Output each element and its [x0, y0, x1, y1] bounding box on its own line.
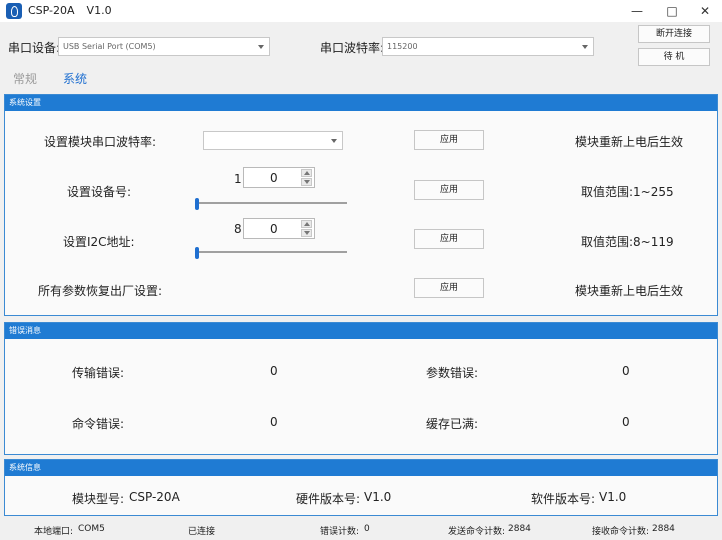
apply-baud-button[interactable]: 应用	[414, 130, 484, 150]
i2c-address-label: 设置I2C地址:	[63, 235, 135, 249]
port-label: 串口设备:	[8, 41, 61, 55]
transfer-error-label: 传输错误:	[72, 366, 125, 380]
stepper-up-icon[interactable]	[301, 220, 312, 228]
i2c-address-slider[interactable]	[195, 247, 347, 259]
device-id-stepper-value: 0	[270, 171, 278, 185]
stepper-down-icon[interactable]	[301, 178, 312, 186]
transfer-error-value: 0	[270, 364, 278, 378]
baud-select[interactable]: 115200	[382, 37, 594, 56]
system-info-panel: 系统信息	[4, 459, 718, 516]
status-bar: 本地端口: COM5 已连接 错误计数: 0 发送命令计数: 2884 接收命令…	[0, 520, 722, 540]
standby-button[interactable]: 待 机	[638, 48, 710, 66]
apply-i2c-button[interactable]: 应用	[414, 229, 484, 249]
stepper-up-icon[interactable]	[301, 169, 312, 177]
close-icon[interactable]: ✕	[688, 0, 722, 22]
app-version: V1.0	[86, 4, 112, 17]
device-id-stepper[interactable]: 0	[243, 167, 315, 188]
command-error-value: 0	[270, 415, 278, 429]
device-id-slider[interactable]	[195, 198, 347, 210]
buffer-full-value: 0	[622, 415, 630, 429]
factory-reset-note: 模块重新上电后生效	[575, 284, 684, 298]
hardware-version-value: V1.0	[364, 490, 392, 504]
sent-count-value: 2884	[508, 524, 531, 534]
stepper-down-icon[interactable]	[301, 229, 312, 237]
baud-setting-note: 模块重新上电后生效	[575, 135, 684, 149]
slider-thumb[interactable]	[195, 198, 199, 210]
software-version-label: 软件版本号:	[531, 492, 596, 506]
disconnect-button[interactable]: 断开连接	[638, 25, 710, 43]
title-bar: CSP-20A V1.0 — □ ✕	[0, 0, 722, 22]
error-info-panel: 错误消息	[4, 322, 718, 455]
tab-system[interactable]: 系统	[63, 70, 87, 87]
software-version-value: V1.0	[599, 490, 627, 504]
error-info-header: 错误消息	[5, 323, 717, 339]
system-info-header: 系统信息	[5, 460, 717, 476]
factory-reset-label: 所有参数恢复出厂设置:	[38, 284, 163, 298]
i2c-slider-value: 8	[234, 222, 242, 236]
minimize-icon[interactable]: —	[620, 0, 654, 22]
apply-factory-reset-button[interactable]: 应用	[414, 278, 484, 298]
received-count-value: 2884	[652, 524, 675, 534]
port-select-value: USB Serial Port (COM5)	[63, 42, 156, 51]
chevron-down-icon	[582, 45, 588, 49]
model-value: CSP-20A	[129, 490, 180, 504]
window-title: CSP-20A V1.0	[28, 4, 112, 17]
app-title: CSP-20A	[28, 4, 75, 17]
received-count-label: 接收命令计数:	[592, 527, 650, 537]
connection-status: 已连接	[188, 527, 216, 537]
local-port-label: 本地端口:	[34, 527, 74, 537]
i2c-stepper-value: 0	[270, 222, 278, 236]
buffer-full-label: 缓存已满:	[426, 417, 479, 431]
command-error-label: 命令错误:	[72, 417, 125, 431]
system-settings-header: 系统设置	[5, 95, 717, 111]
baud-select-value: 115200	[387, 42, 418, 51]
sent-count-label: 发送命令计数:	[448, 527, 506, 537]
param-error-value: 0	[622, 364, 630, 378]
chevron-down-icon	[258, 45, 264, 49]
i2c-address-stepper[interactable]: 0	[243, 218, 315, 239]
baud-label: 串口波特率:	[320, 41, 385, 55]
device-id-range: 取值范围:1~255	[581, 185, 674, 199]
device-id-slider-value: 1	[234, 172, 242, 186]
module-baud-select[interactable]	[203, 131, 343, 150]
param-error-label: 参数错误:	[426, 366, 479, 380]
i2c-range: 取值范围:8~119	[581, 235, 674, 249]
tab-general[interactable]: 常规	[13, 70, 37, 87]
port-select[interactable]: USB Serial Port (COM5)	[58, 37, 270, 56]
model-label: 模块型号:	[72, 492, 125, 506]
app-icon	[6, 3, 22, 19]
local-port-value: COM5	[78, 524, 105, 534]
maximize-icon[interactable]: □	[655, 0, 689, 22]
chevron-down-icon	[331, 139, 337, 143]
hardware-version-label: 硬件版本号:	[296, 492, 361, 506]
slider-thumb[interactable]	[195, 247, 199, 259]
slider-track	[195, 251, 347, 253]
baud-setting-label: 设置模块串口波特率:	[44, 135, 157, 149]
error-count-value: 0	[364, 524, 370, 534]
device-id-label: 设置设备号:	[67, 185, 132, 199]
slider-track	[195, 202, 347, 204]
apply-device-id-button[interactable]: 应用	[414, 180, 484, 200]
error-count-label: 错误计数:	[320, 527, 360, 537]
